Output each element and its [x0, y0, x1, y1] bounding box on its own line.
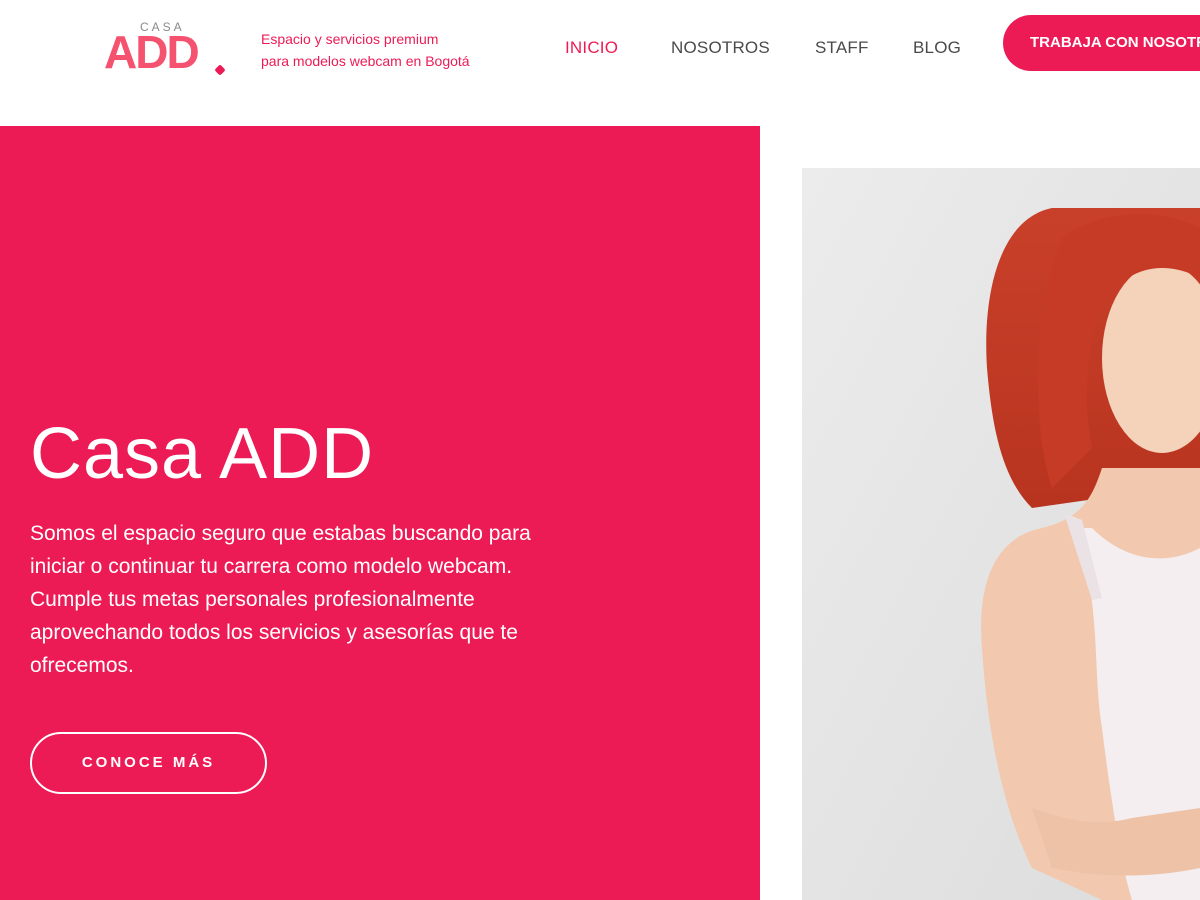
hero-section: Casa ADD Somos el espacio seguro que est… [0, 126, 760, 900]
casa-add-logo[interactable]: CASA ADD [104, 18, 226, 78]
logo-add-text: ADD [104, 26, 200, 78]
logo-dot-icon [214, 64, 226, 76]
model-photo [802, 168, 1200, 900]
model-photo-illustration [802, 168, 1200, 900]
hero-description: Somos el espacio seguro que estabas busc… [30, 522, 531, 677]
hero-title: Casa ADD [30, 414, 375, 494]
site-header: CASA ADD Espacio y servicios premium par… [0, 0, 1200, 126]
site-tagline: Espacio y servicios premium para modelos… [261, 28, 521, 72]
tagline-line-2: para modelos webcam en Bogotá [261, 53, 470, 69]
tagline-line-1: Espacio y servicios premium [261, 31, 439, 47]
nav-inicio[interactable]: INICIO [565, 38, 618, 58]
conoce-mas-button[interactable]: CONOCE MÁS [30, 732, 267, 794]
nav-blog[interactable]: BLOG [913, 38, 961, 58]
trabaja-con-nosotras-button[interactable]: TRABAJA CON NOSOTRAS [1003, 15, 1200, 71]
nav-nosotros[interactable]: NOSOTROS [671, 38, 770, 58]
nav-staff[interactable]: STAFF [815, 38, 869, 58]
